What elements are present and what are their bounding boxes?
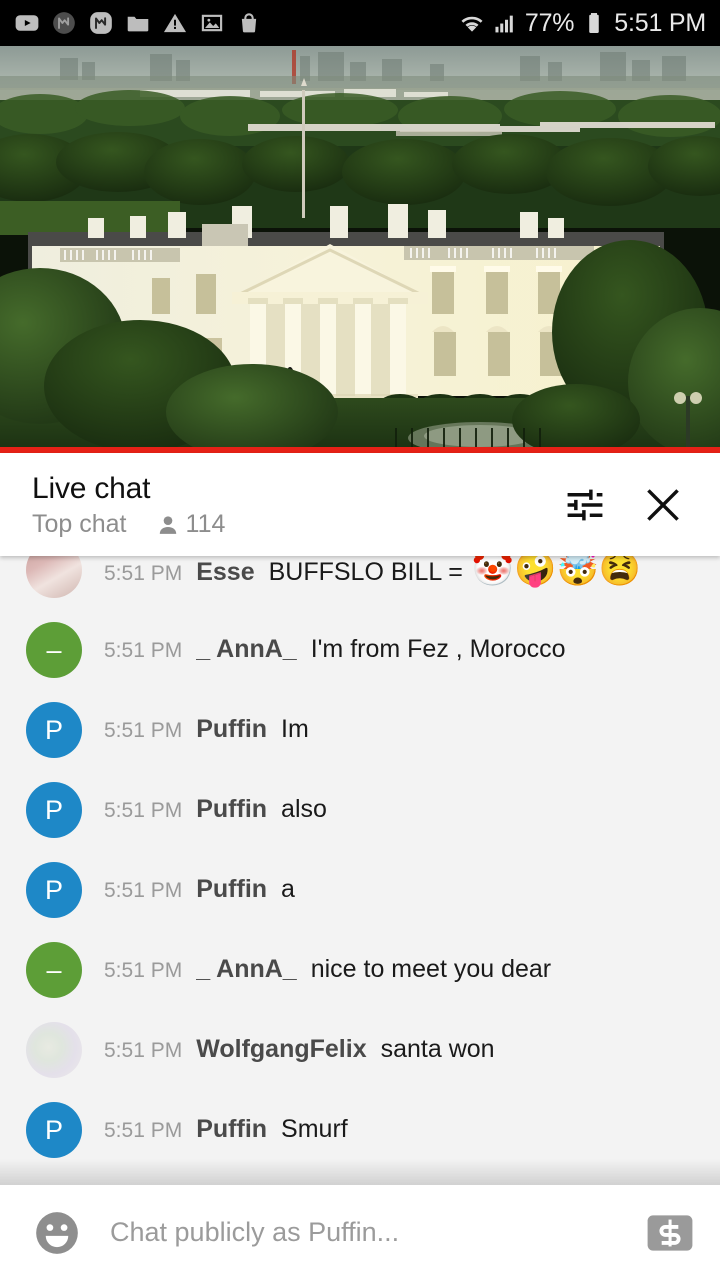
avatar-initial: –	[46, 954, 62, 985]
avatar[interactable]: P	[26, 1102, 82, 1158]
message-author[interactable]: WolfgangFelix	[196, 1034, 366, 1065]
message-timestamp: 5:51 PM	[104, 561, 183, 585]
chat-message-row[interactable]: P 5:51 PM Puffin Smurf	[0, 1090, 720, 1170]
message-text: also	[281, 795, 327, 824]
avatar-initial: P	[44, 714, 63, 745]
chat-message-body: 5:51 PM _ AnnA_ I'm from Fez , Morocco	[104, 634, 566, 665]
live-chat-header-text: Live chat Top chat 114	[32, 471, 554, 539]
message-author[interactable]: Puffin	[196, 874, 267, 905]
emoji-picker-button[interactable]	[30, 1206, 84, 1260]
cellular-signal-icon	[495, 15, 513, 33]
message-timestamp: 5:51 PM	[104, 959, 183, 983]
live-chat-header: Live chat Top chat 114	[0, 453, 720, 556]
avatar[interactable]	[26, 1022, 82, 1078]
chat-message-row[interactable]: P 5:51 PM Puffin also	[0, 770, 720, 850]
wifi-icon	[461, 16, 483, 32]
chat-message-row[interactable]: – 5:51 PM _ AnnA_ I'm from Fez , Morocco	[0, 610, 720, 690]
chat-mode-label[interactable]: Top chat	[32, 510, 127, 539]
avatar[interactable]: –	[26, 942, 82, 998]
emoji-icon: 🤯	[556, 556, 599, 588]
emoji-smiley-icon	[36, 1211, 78, 1254]
white-house-stream-frame	[0, 46, 720, 447]
chat-message-row[interactable]: 5:51 PM Esse BUFFSLO BILL = 🤡 🤪 🤯 😫	[0, 556, 720, 610]
super-chat-dollar-icon	[647, 1214, 693, 1251]
avatar[interactable]: –	[26, 622, 82, 678]
chat-message-body: 5:51 PM Puffin also	[104, 794, 327, 825]
emoji-icon: 🤪	[514, 556, 557, 588]
message-text: Smurf	[281, 1115, 348, 1144]
avatar[interactable]: P	[26, 702, 82, 758]
message-timestamp: 5:51 PM	[104, 1119, 183, 1143]
message-timestamp: 5:51 PM	[104, 719, 183, 743]
message-text: Im	[281, 715, 309, 744]
chat-message-input[interactable]	[84, 1202, 642, 1263]
message-author[interactable]: Puffin	[196, 1114, 267, 1145]
message-text: a	[281, 875, 295, 904]
close-icon	[647, 488, 679, 521]
emoji-icon: 😫	[598, 556, 642, 588]
avatar[interactable]: P	[26, 862, 82, 918]
live-chat-subheader: Top chat 114	[32, 509, 554, 539]
battery-icon	[589, 13, 600, 33]
message-text: nice to meet you dear	[310, 955, 552, 984]
chat-message-body: 5:51 PM Puffin a	[104, 874, 295, 905]
messenger-dark-icon	[53, 12, 75, 34]
viewer-count-label: 114	[185, 509, 226, 538]
chat-message-body: 5:51 PM Puffin Im	[104, 714, 309, 745]
clock-label: 5:51 PM	[614, 8, 706, 37]
message-text: I'm from Fez , Morocco	[310, 635, 566, 664]
super-chat-button[interactable]	[642, 1210, 698, 1256]
close-chat-button[interactable]	[632, 474, 694, 536]
tune-sliders-icon	[567, 489, 603, 520]
warning-icon	[163, 13, 187, 33]
person-icon	[159, 516, 176, 534]
message-timestamp: 5:51 PM	[104, 879, 183, 903]
chat-message-body: 5:51 PM WolfgangFelix santa won	[104, 1034, 495, 1065]
avatar[interactable]: P	[26, 782, 82, 838]
message-text: BUFFSLO BILL =	[268, 557, 470, 586]
youtube-icon	[15, 15, 39, 31]
page-title: Live chat	[32, 471, 151, 505]
folder-icon	[127, 16, 149, 32]
message-author[interactable]: Puffin	[196, 714, 267, 745]
chat-message-row[interactable]: 5:51 PM WolfgangFelix santa won	[0, 1010, 720, 1090]
status-bar-system-icons: 77% 5:51 PM	[459, 10, 706, 36]
avatar-initial: P	[44, 874, 63, 905]
message-emoji-group: 🤡 🤪 🤯 😫	[472, 556, 641, 586]
chat-settings-button[interactable]	[554, 474, 616, 536]
message-author[interactable]: _ AnnA_	[196, 634, 296, 665]
message-timestamp: 5:51 PM	[104, 1039, 183, 1063]
message-author[interactable]: Esse	[196, 557, 254, 588]
message-timestamp: 5:51 PM	[104, 639, 183, 663]
live-chat-message-list[interactable]: 5:51 PM Esse BUFFSLO BILL = 🤡 🤪 🤯 😫 – 5:51 PM _ …	[0, 556, 720, 1185]
youtube-live-chat-screen: 77% 5:51 PM Live chat Top chat 114 5:51 …	[0, 0, 720, 1280]
messenger-icon	[90, 12, 112, 34]
emoji-icon: 🤡	[471, 556, 515, 588]
chat-message-row[interactable]: P 5:51 PM Puffin Im	[0, 690, 720, 770]
message-author[interactable]: _ AnnA_	[196, 954, 296, 985]
chat-message-body: 5:51 PM Puffin Smurf	[104, 1114, 348, 1145]
chat-input-bar	[0, 1185, 720, 1280]
message-author[interactable]: Puffin	[196, 794, 267, 825]
avatar-initial: –	[46, 634, 62, 665]
message-timestamp: 5:51 PM	[104, 799, 183, 823]
avatar-initial: P	[44, 794, 63, 825]
chat-message-row[interactable]: – 5:51 PM _ AnnA_ nice to meet you dear	[0, 930, 720, 1010]
avatar-initial: P	[44, 1114, 63, 1145]
chat-message-body: 5:51 PM Esse BUFFSLO BILL = 🤡 🤪 🤯 😫	[104, 556, 641, 588]
chat-message-row[interactable]: P 5:51 PM Puffin a	[0, 850, 720, 930]
status-bar: 77% 5:51 PM	[0, 0, 720, 46]
chat-message-body: 5:51 PM _ AnnA_ nice to meet you dear	[104, 954, 551, 985]
viewer-count-group: 114	[155, 509, 226, 539]
battery-percent-label: 77%	[524, 8, 575, 37]
shopping-bag-icon	[241, 13, 257, 33]
photo-icon	[201, 14, 223, 32]
video-player[interactable]	[0, 46, 720, 447]
status-bar-notification-icons	[14, 10, 459, 36]
message-text: santa won	[380, 1035, 495, 1064]
avatar[interactable]	[26, 556, 82, 598]
